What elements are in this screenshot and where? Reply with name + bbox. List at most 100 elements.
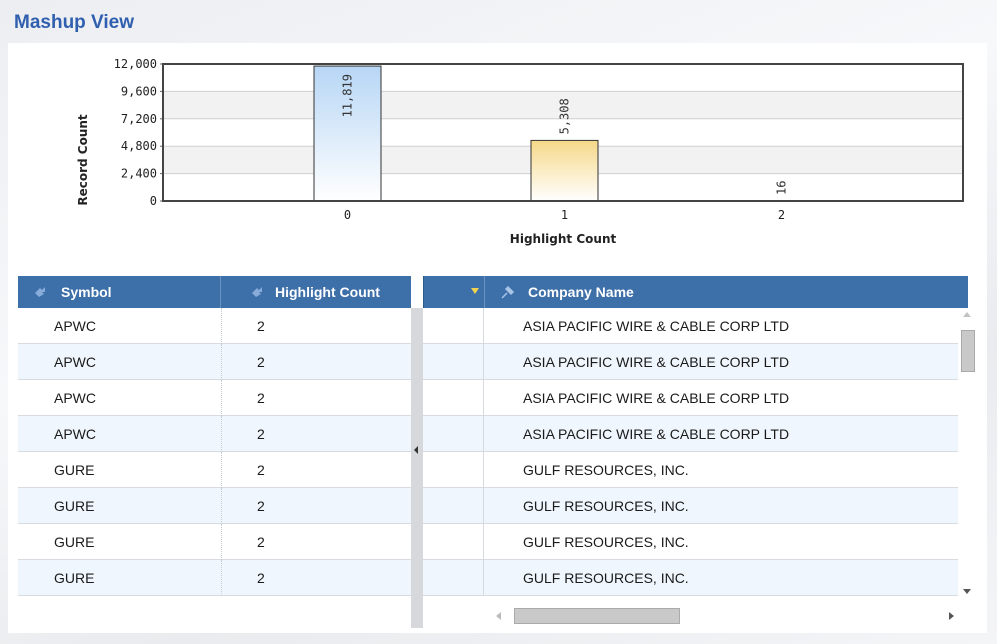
bar (530, 139, 599, 202)
grid-body-left: APWC 2 APWC 2 APWC 2 APWC 2 GURE 2 GURE 2 GURE 2 GURE 2 (18, 308, 411, 598)
cell-filter (423, 452, 484, 488)
cell-filter (423, 524, 484, 560)
cell-company-name: GULF RESOURCES, INC. (523, 534, 689, 550)
column-header-highlight-count-label: Highlight Count (275, 284, 380, 300)
column-header-filter[interactable] (423, 276, 484, 308)
cell-highlight-count: 2 (257, 426, 265, 442)
cell-filter (423, 560, 484, 596)
x-axis-label: Highlight Count (510, 232, 617, 246)
x-tick-label: 2 (778, 208, 785, 222)
table-row[interactable]: APWC 2 (18, 344, 411, 380)
cell-highlight-count: 2 (257, 462, 265, 478)
bar-value-label: 5,308 (558, 98, 572, 134)
cell-company-name: GULF RESOURCES, INC. (523, 498, 689, 514)
table-row[interactable]: GURE 2 (18, 524, 411, 560)
table-row[interactable]: APWC 2 (18, 308, 411, 344)
cell-symbol: GURE (54, 462, 95, 478)
pin-icon[interactable] (249, 284, 265, 300)
y-tick-label: 12,000 (114, 57, 157, 71)
horizontal-scrollbar[interactable] (491, 607, 959, 625)
cell-company-name: ASIA PACIFIC WIRE & CABLE CORP LTD (523, 426, 790, 442)
pin-icon[interactable] (500, 284, 516, 300)
dropdown-arrow-icon[interactable] (471, 288, 479, 294)
y-tick-label: 2,400 (121, 167, 157, 181)
chart-svg: 12,000 9,600 7,200 4,800 2,400 0 11,819 0 5,308 1… (76, 57, 964, 246)
vertical-scroll-thumb[interactable] (961, 330, 975, 372)
bar-chart: 12,000 9,600 7,200 4,800 2,400 0 11,819 0 5,308 1… (8, 43, 987, 258)
y-tick-label: 0 (150, 194, 157, 208)
x-tick-label: 0 (344, 208, 351, 222)
column-header-highlight-count[interactable]: Highlight Count (221, 276, 411, 308)
grid-body-right: ASIA PACIFIC WIRE & CABLE CORP LTD ASIA P… (423, 308, 958, 598)
table-row[interactable]: GULF RESOURCES, INC. (423, 524, 958, 560)
table-row[interactable]: APWC 2 (18, 380, 411, 416)
cell-company-name: GULF RESOURCES, INC. (523, 570, 689, 586)
cell-company-name: ASIA PACIFIC WIRE & CABLE CORP LTD (523, 390, 790, 406)
table-row[interactable]: GULF RESOURCES, INC. (423, 452, 958, 488)
cell-highlight-count: 2 (257, 318, 265, 334)
bar-value-label: 11,819 (341, 74, 355, 117)
table-row[interactable]: APWC 2 (18, 416, 411, 452)
cell-company-name: GULF RESOURCES, INC. (523, 462, 689, 478)
column-header-symbol[interactable]: Symbol (18, 276, 221, 308)
cell-highlight-count: 2 (257, 354, 265, 370)
y-axis-label: Record Count (76, 114, 90, 206)
cell-highlight-count: 2 (257, 570, 265, 586)
cell-divider (221, 452, 222, 488)
cell-filter (423, 308, 484, 344)
cell-divider (221, 560, 222, 596)
data-grid: Symbol Highlight Count Company Name APWC… (18, 276, 976, 628)
table-row[interactable]: ASIA PACIFIC WIRE & CABLE CORP LTD (423, 380, 958, 416)
table-row[interactable]: GULF RESOURCES, INC. (423, 488, 958, 524)
cell-symbol: GURE (54, 498, 95, 514)
cell-symbol: APWC (54, 390, 96, 406)
bar-value-label: 16 (775, 181, 789, 195)
mashup-panel: 12,000 9,600 7,200 4,800 2,400 0 11,819 0 5,308 1… (8, 43, 987, 633)
cell-highlight-count: 2 (257, 498, 265, 514)
cell-symbol: GURE (54, 534, 95, 550)
table-row[interactable]: ASIA PACIFIC WIRE & CABLE CORP LTD (423, 344, 958, 380)
cell-divider (221, 344, 222, 380)
cell-symbol: APWC (54, 318, 96, 334)
grid-band (163, 64, 963, 92)
y-tick-label: 4,800 (121, 139, 157, 153)
cell-divider (221, 524, 222, 560)
pin-icon[interactable] (32, 284, 48, 300)
scroll-right-icon[interactable] (949, 612, 954, 620)
cell-filter (423, 380, 484, 416)
collapse-arrow-icon[interactable] (414, 446, 418, 454)
cell-company-name: ASIA PACIFIC WIRE & CABLE CORP LTD (523, 354, 790, 370)
cell-divider (221, 416, 222, 452)
vertical-scrollbar[interactable] (958, 308, 976, 598)
column-header-company-name[interactable]: Company Name (484, 276, 968, 308)
cell-divider (221, 488, 222, 524)
cell-company-name: ASIA PACIFIC WIRE & CABLE CORP LTD (523, 318, 790, 334)
column-header-company-name-label: Company Name (528, 284, 634, 300)
page-title: Mashup View (14, 12, 135, 33)
table-row[interactable]: ASIA PACIFIC WIRE & CABLE CORP LTD (423, 308, 958, 344)
table-row[interactable]: GURE 2 (18, 560, 411, 596)
cell-symbol: GURE (54, 570, 95, 586)
y-tick-label: 7,200 (121, 112, 157, 126)
cell-divider (221, 380, 222, 416)
table-row[interactable]: GULF RESOURCES, INC. (423, 560, 958, 596)
scroll-down-icon[interactable] (963, 589, 971, 594)
scroll-left-icon[interactable] (496, 612, 501, 620)
cell-filter (423, 344, 484, 380)
horizontal-scroll-thumb[interactable] (514, 608, 680, 624)
cell-divider (221, 308, 222, 344)
table-row[interactable]: GURE 2 (18, 452, 411, 488)
column-header-symbol-label: Symbol (61, 284, 112, 300)
cell-filter (423, 488, 484, 524)
cell-highlight-count: 2 (257, 534, 265, 550)
scroll-up-icon[interactable] (963, 312, 971, 317)
x-tick-label: 1 (561, 208, 568, 222)
table-row[interactable]: ASIA PACIFIC WIRE & CABLE CORP LTD (423, 416, 958, 452)
cell-symbol: APWC (54, 426, 96, 442)
table-row[interactable]: GURE 2 (18, 488, 411, 524)
y-tick-label: 9,600 (121, 84, 157, 98)
cell-filter (423, 416, 484, 452)
cell-highlight-count: 2 (257, 390, 265, 406)
cell-symbol: APWC (54, 354, 96, 370)
pane-splitter[interactable] (411, 308, 423, 628)
